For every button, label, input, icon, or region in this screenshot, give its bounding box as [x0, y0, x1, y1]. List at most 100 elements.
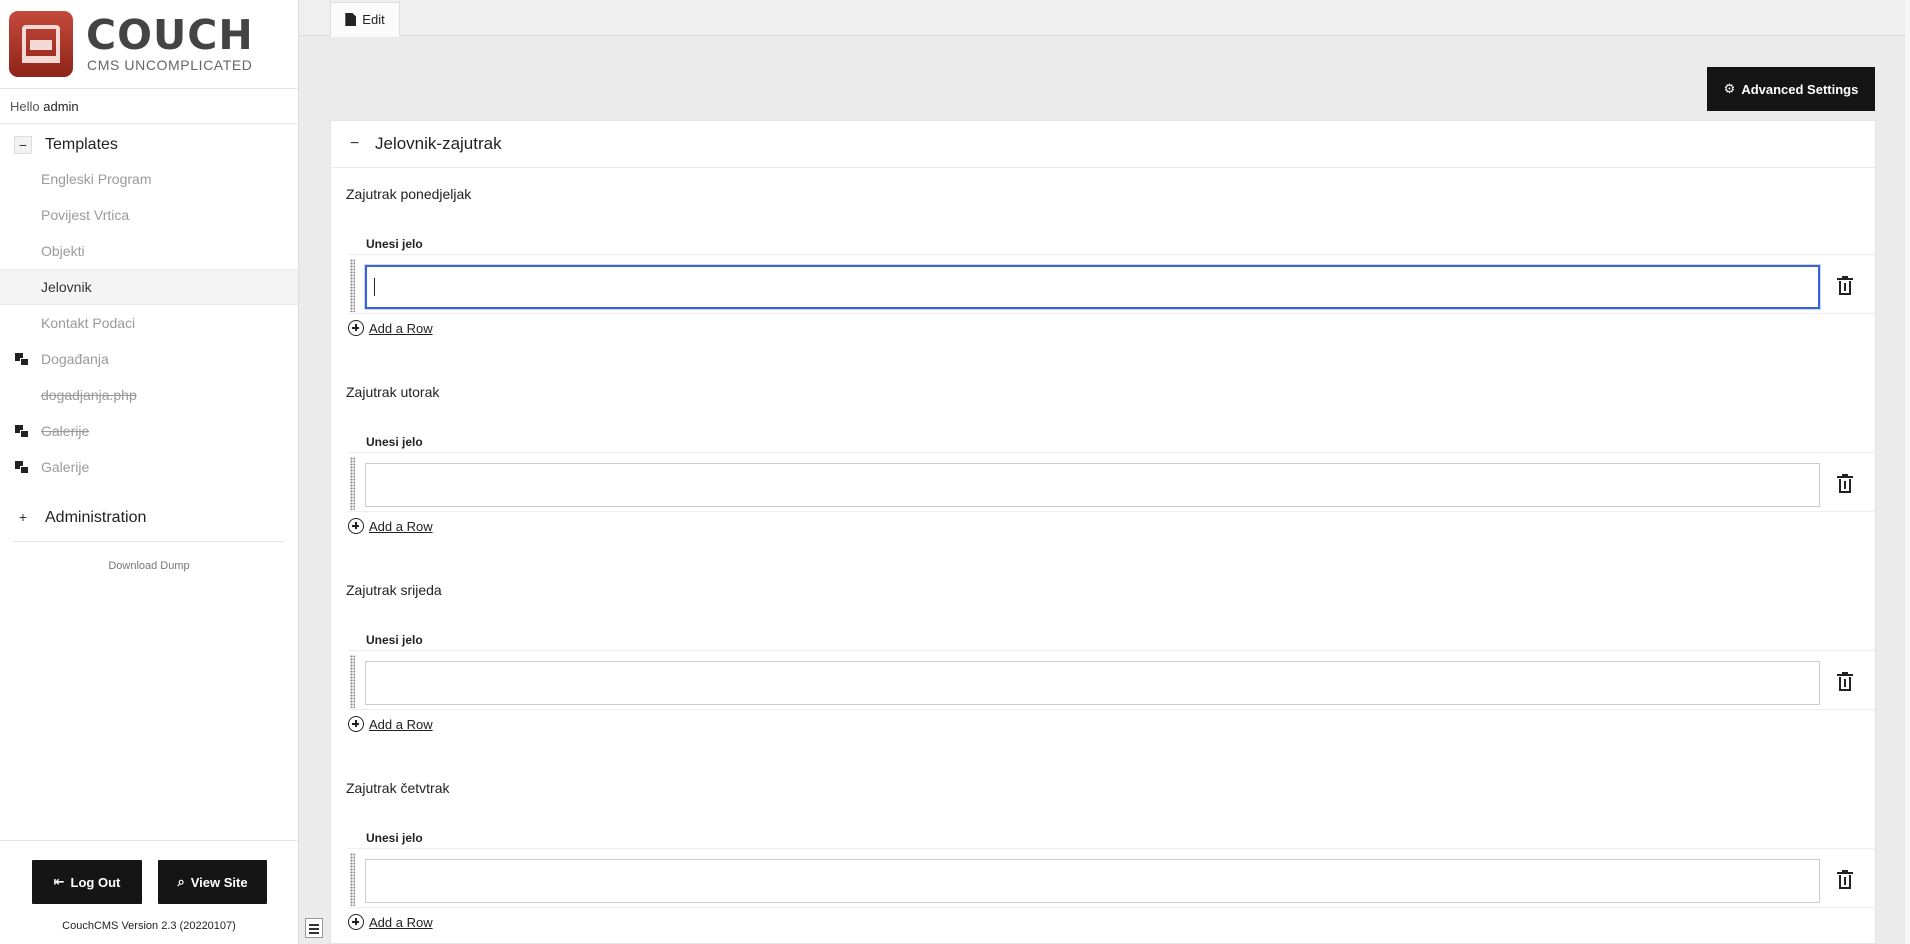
sidebar-item-label: Kontakt Podaci	[41, 315, 136, 331]
divider	[348, 709, 1875, 710]
download-dump-link[interactable]: Download Dump	[0, 560, 298, 572]
sidebar-item-povijest-vrtica[interactable]: Povijest Vrtica	[0, 197, 298, 233]
tab-bar: Edit	[299, 0, 1910, 37]
add-row-label: Add a Row	[369, 716, 433, 732]
username: admin	[43, 99, 79, 114]
fieldset-label: Zajutrak utorak	[346, 384, 440, 400]
add-row-label: Add a Row	[369, 320, 433, 336]
tab-edit-label: Edit	[362, 12, 385, 27]
sidebar-item-label: dogadjanja.php	[41, 387, 137, 403]
view-site-button[interactable]: ⌕ View Site	[158, 860, 267, 904]
add-row-button[interactable]: Add a Row	[348, 320, 433, 336]
panel-title: Jelovnik-zajutrak	[375, 134, 502, 153]
sidebar-item-galerije[interactable]: Galerije	[0, 449, 298, 485]
divider	[13, 541, 284, 542]
meal-input[interactable]	[365, 859, 1820, 903]
fieldset-label: Zajutrak ponedjeljak	[346, 186, 472, 202]
version-text: CouchCMS Version 2.3 (20220107)	[62, 920, 236, 932]
clonable-template-icon	[15, 353, 29, 366]
plus-circle-icon	[348, 320, 364, 336]
meal-input[interactable]	[365, 661, 1820, 705]
sidebar-item-label: Jelovnik	[41, 279, 92, 295]
repeatable-fieldset: Zajutrak utorak Unesi jelo Add a Row	[331, 381, 1875, 579]
couch-logo-icon	[9, 11, 73, 77]
sidebar-item-objekti[interactable]: Objekti	[0, 233, 298, 269]
column-header: Unesi jelo	[366, 831, 423, 845]
page-scrollbar[interactable]	[1905, 0, 1910, 944]
edit-panel: − Jelovnik-zajutrak Zajutrak ponedjeljak…	[330, 120, 1876, 944]
divider	[348, 907, 1875, 908]
sidebar-item-label: Objekti	[41, 243, 85, 259]
sidebar-item-jelovnik[interactable]: Jelovnik	[0, 269, 298, 305]
trash-icon[interactable]	[1837, 870, 1853, 889]
divider	[348, 452, 1875, 453]
couch-logo[interactable]: COUCH CMS UNCOMPLICATED	[9, 11, 289, 77]
advanced-settings-button[interactable]: ⚙ Advanced Settings	[1707, 67, 1875, 111]
divider	[348, 254, 1875, 255]
fieldset-label: Zajutrak srijeda	[346, 582, 442, 598]
gear-icon: ⚙	[1723, 81, 1736, 96]
plus-circle-icon	[348, 716, 364, 732]
plus-circle-icon	[348, 914, 364, 930]
logout-icon: ⇤	[53, 874, 65, 889]
column-header: Unesi jelo	[366, 435, 423, 449]
fieldset-label: Zajutrak četvtrak	[346, 780, 450, 796]
document-icon	[345, 13, 357, 26]
tab-edit[interactable]: Edit	[330, 2, 400, 37]
divider	[348, 313, 1875, 314]
search-icon: ⌕	[177, 874, 185, 889]
sidebar-item-label: Galerije	[41, 459, 90, 475]
trash-icon[interactable]	[1837, 276, 1853, 295]
templates-group-header[interactable]: − Templates	[0, 127, 298, 163]
templates-collapse-toggle[interactable]: −	[14, 136, 32, 154]
templates-group-label: Templates	[45, 136, 118, 153]
panel-header: − Jelovnik-zajutrak	[331, 121, 1875, 168]
trash-icon[interactable]	[1837, 474, 1853, 493]
add-row-button[interactable]: Add a Row	[348, 518, 433, 534]
clonable-template-icon	[15, 425, 29, 438]
logout-button[interactable]: ⇤ Log Out	[32, 860, 142, 904]
sidebar-item-label: Galerije	[41, 423, 90, 439]
sidebar-item-label: Događanja	[41, 351, 109, 367]
column-header: Unesi jelo	[366, 237, 423, 251]
drag-handle[interactable]	[350, 655, 355, 708]
meal-input[interactable]	[365, 463, 1820, 507]
clonable-template-icon	[15, 461, 29, 474]
sidebar-item-galerije-deleted[interactable]: Galerije	[0, 413, 298, 449]
panel-collapse-toggle[interactable]: −	[350, 135, 364, 153]
sidebar-item-label: Povijest Vrtica	[41, 207, 130, 223]
trash-icon[interactable]	[1837, 672, 1853, 691]
administration-group-header[interactable]: + Administration	[0, 500, 298, 536]
sidebar-item-dogadjanja-php[interactable]: dogadjanja.php	[0, 377, 298, 413]
repeatable-fieldset: Zajutrak četvtrak Unesi jelo Add a Row	[331, 777, 1875, 943]
sidebar-item-engleski-program[interactable]: Engleski Program	[0, 161, 298, 197]
add-row-button[interactable]: Add a Row	[348, 914, 433, 930]
divider	[348, 650, 1875, 651]
sidebar-item-dogadanja[interactable]: Događanja	[0, 341, 298, 377]
repeatable-fieldset: Zajutrak srijeda Unesi jelo Add a Row	[331, 579, 1875, 777]
greeting: Hello admin	[0, 88, 298, 124]
column-header: Unesi jelo	[366, 633, 423, 647]
advanced-settings-label: Advanced Settings	[1741, 81, 1859, 97]
drag-handle[interactable]	[350, 457, 355, 510]
sidebar-footer-divider	[0, 840, 298, 841]
repeatable-fieldset: Zajutrak ponedjeljak Unesi jelo Add a Ro…	[331, 183, 1875, 381]
drag-handle[interactable]	[350, 259, 355, 312]
logout-label: Log Out	[70, 874, 121, 890]
divider	[348, 511, 1875, 512]
sidebar-item-label: Engleski Program	[41, 171, 152, 187]
sidebar-item-kontakt-podaci[interactable]: Kontakt Podaci	[0, 305, 298, 341]
administration-expand-toggle[interactable]: +	[14, 509, 32, 527]
add-row-label: Add a Row	[369, 914, 433, 930]
logo-tagline: CMS UNCOMPLICATED	[87, 57, 253, 73]
administration-group-label: Administration	[45, 509, 147, 526]
meal-input[interactable]	[365, 265, 1820, 309]
add-row-button[interactable]: Add a Row	[348, 716, 433, 732]
add-row-label: Add a Row	[369, 518, 433, 534]
logo-word: COUCH	[86, 11, 254, 59]
hamburger-menu-icon[interactable]	[305, 918, 323, 938]
divider	[348, 848, 1875, 849]
plus-circle-icon	[348, 518, 364, 534]
drag-handle[interactable]	[350, 853, 355, 906]
view-site-label: View Site	[190, 874, 248, 890]
